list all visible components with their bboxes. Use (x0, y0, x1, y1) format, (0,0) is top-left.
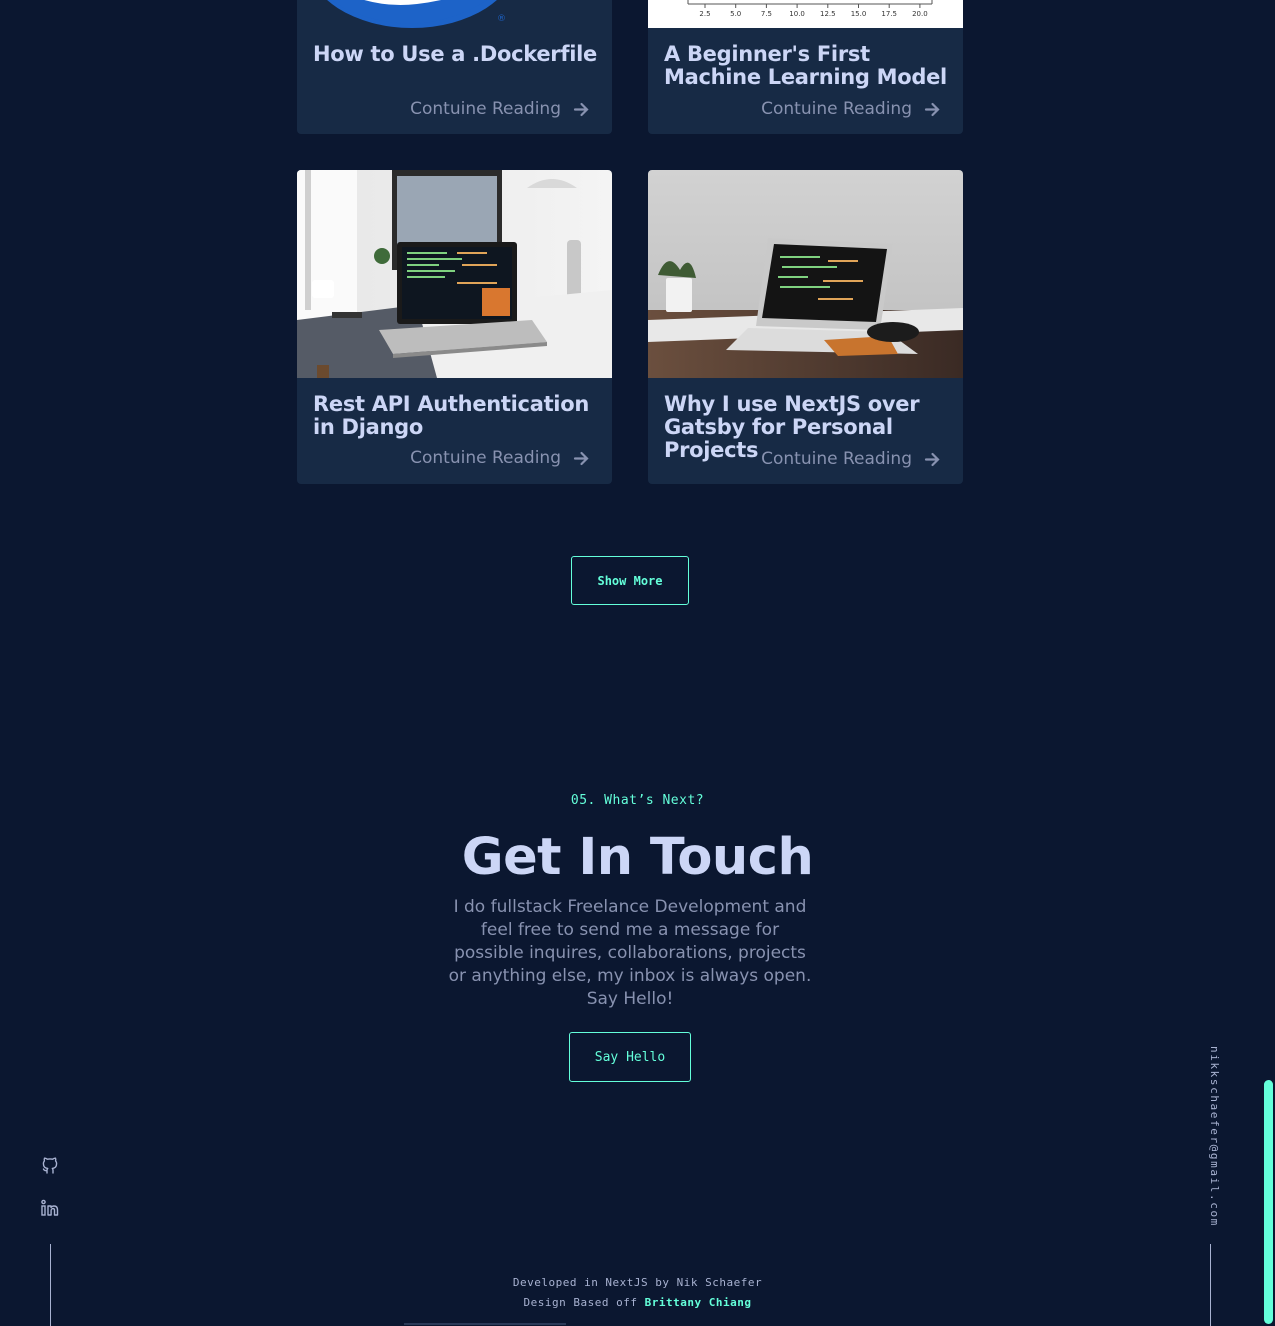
page: ® How to Use a .Dockerfile Contuine Read… (0, 0, 1275, 1326)
brittany-chiang-link[interactable]: Brittany Chiang (645, 1296, 752, 1309)
github-icon[interactable] (40, 1156, 60, 1176)
contact-heading: Get In Touch (461, 828, 814, 887)
arrow-right-icon (573, 102, 589, 116)
email-link[interactable]: nikkschaefer@gmail.com (1201, 1046, 1221, 1227)
plot-tick-label: 5.0 (730, 10, 741, 18)
footer-divider (404, 1323, 566, 1325)
laptop-photo (648, 170, 963, 378)
blog-card[interactable]: ® How to Use a .Dockerfile Contuine Read… (297, 0, 612, 134)
contact-blurb: I do fullstack Freelance Development and… (448, 897, 812, 1009)
blog-card[interactable]: Why I use NextJS over Gatsby for Persona… (648, 170, 963, 484)
footer-credit: Developed in NextJS by Nik Schaefer (0, 1276, 1275, 1289)
continue-reading-link[interactable]: Contuine Reading (761, 99, 941, 119)
svg-text:®: ® (497, 14, 506, 24)
arrow-right-icon (924, 452, 940, 466)
footer-line-1: Developed in NextJS by Nik Schaefer (512, 1276, 763, 1289)
linkedin-icon[interactable] (40, 1198, 60, 1218)
card-title[interactable]: A Beginner's First Machine Learning Mode… (664, 43, 949, 89)
say-hello-button[interactable]: Say Hello (569, 1032, 691, 1082)
section-overline: 05. What’s Next? (570, 793, 705, 808)
continue-reading-link[interactable]: Contuine Reading (761, 449, 941, 469)
plot-tick-label: 12.5 (820, 10, 836, 18)
continue-reading-link[interactable]: Contuine Reading (410, 99, 590, 119)
plot-tick-label: 10.0 (789, 10, 805, 18)
plot-image: 2.5 5.0 7.5 10.0 12.5 15.0 17.5 20.0 (648, 0, 963, 28)
continue-reading-label: Contuine Reading (761, 99, 912, 119)
arrow-right-icon (924, 102, 940, 116)
docker-logo-image: ® (297, 0, 612, 28)
plot-tick-label: 17.5 (881, 10, 897, 18)
plot-tick-label: 15.0 (851, 10, 867, 18)
show-more-button[interactable]: Show More (571, 556, 689, 605)
continue-reading-label: Contuine Reading (410, 448, 561, 468)
footer-design-prefix: Design Based off (523, 1296, 638, 1309)
plot-tick-label: 7.5 (761, 10, 772, 18)
card-title[interactable]: Rest API Authentication in Django (313, 393, 598, 439)
continue-reading-label: Contuine Reading (410, 99, 561, 119)
continue-reading-link[interactable]: Contuine Reading (410, 448, 590, 468)
footer-design-credit: Design Based off Brittany Chiang (0, 1296, 1275, 1309)
blog-card[interactable]: Rest API Authentication in Django Contui… (297, 170, 612, 484)
plot-tick-label: 2.5 (699, 10, 710, 18)
blog-card[interactable]: 2.5 5.0 7.5 10.0 12.5 15.0 17.5 20.0 A Beginner… (648, 0, 963, 134)
plot-tick-label: 20.0 (912, 10, 928, 18)
laptop-desk-photo (297, 170, 612, 378)
continue-reading-label: Contuine Reading (761, 449, 912, 469)
arrow-right-icon (573, 451, 589, 465)
card-title[interactable]: How to Use a .Dockerfile (313, 43, 598, 66)
